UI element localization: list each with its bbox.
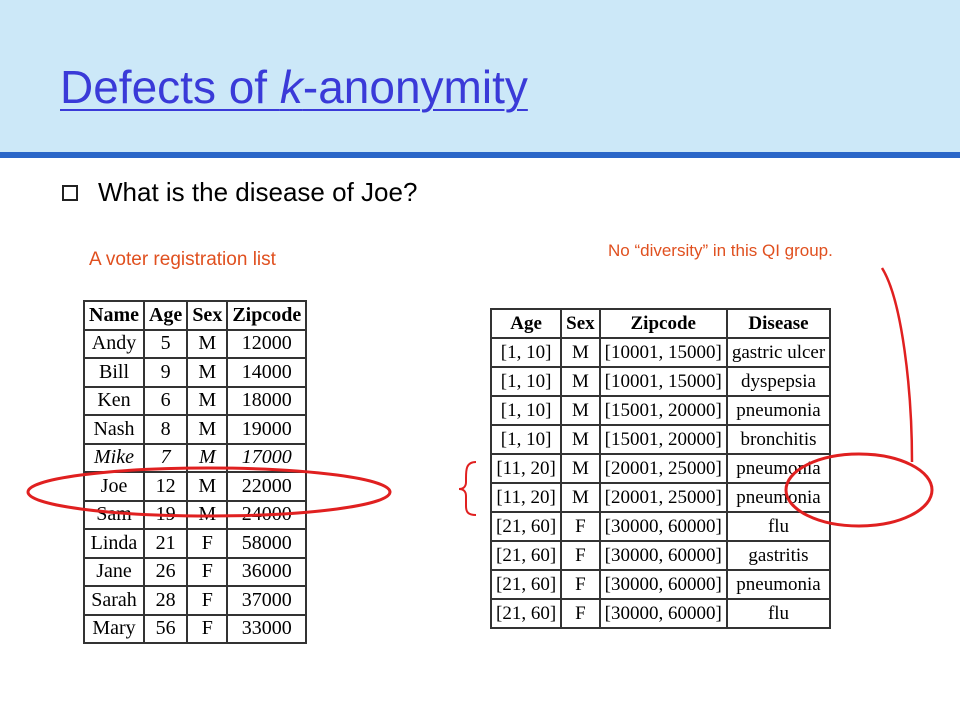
qi-group-brace	[458, 461, 477, 516]
annotation-overlay	[26, 267, 934, 528]
pneumonia-group-highlight-ellipse	[784, 452, 934, 528]
annotation-pointer-line	[880, 267, 914, 463]
joe-row-highlight-ellipse	[26, 466, 392, 518]
